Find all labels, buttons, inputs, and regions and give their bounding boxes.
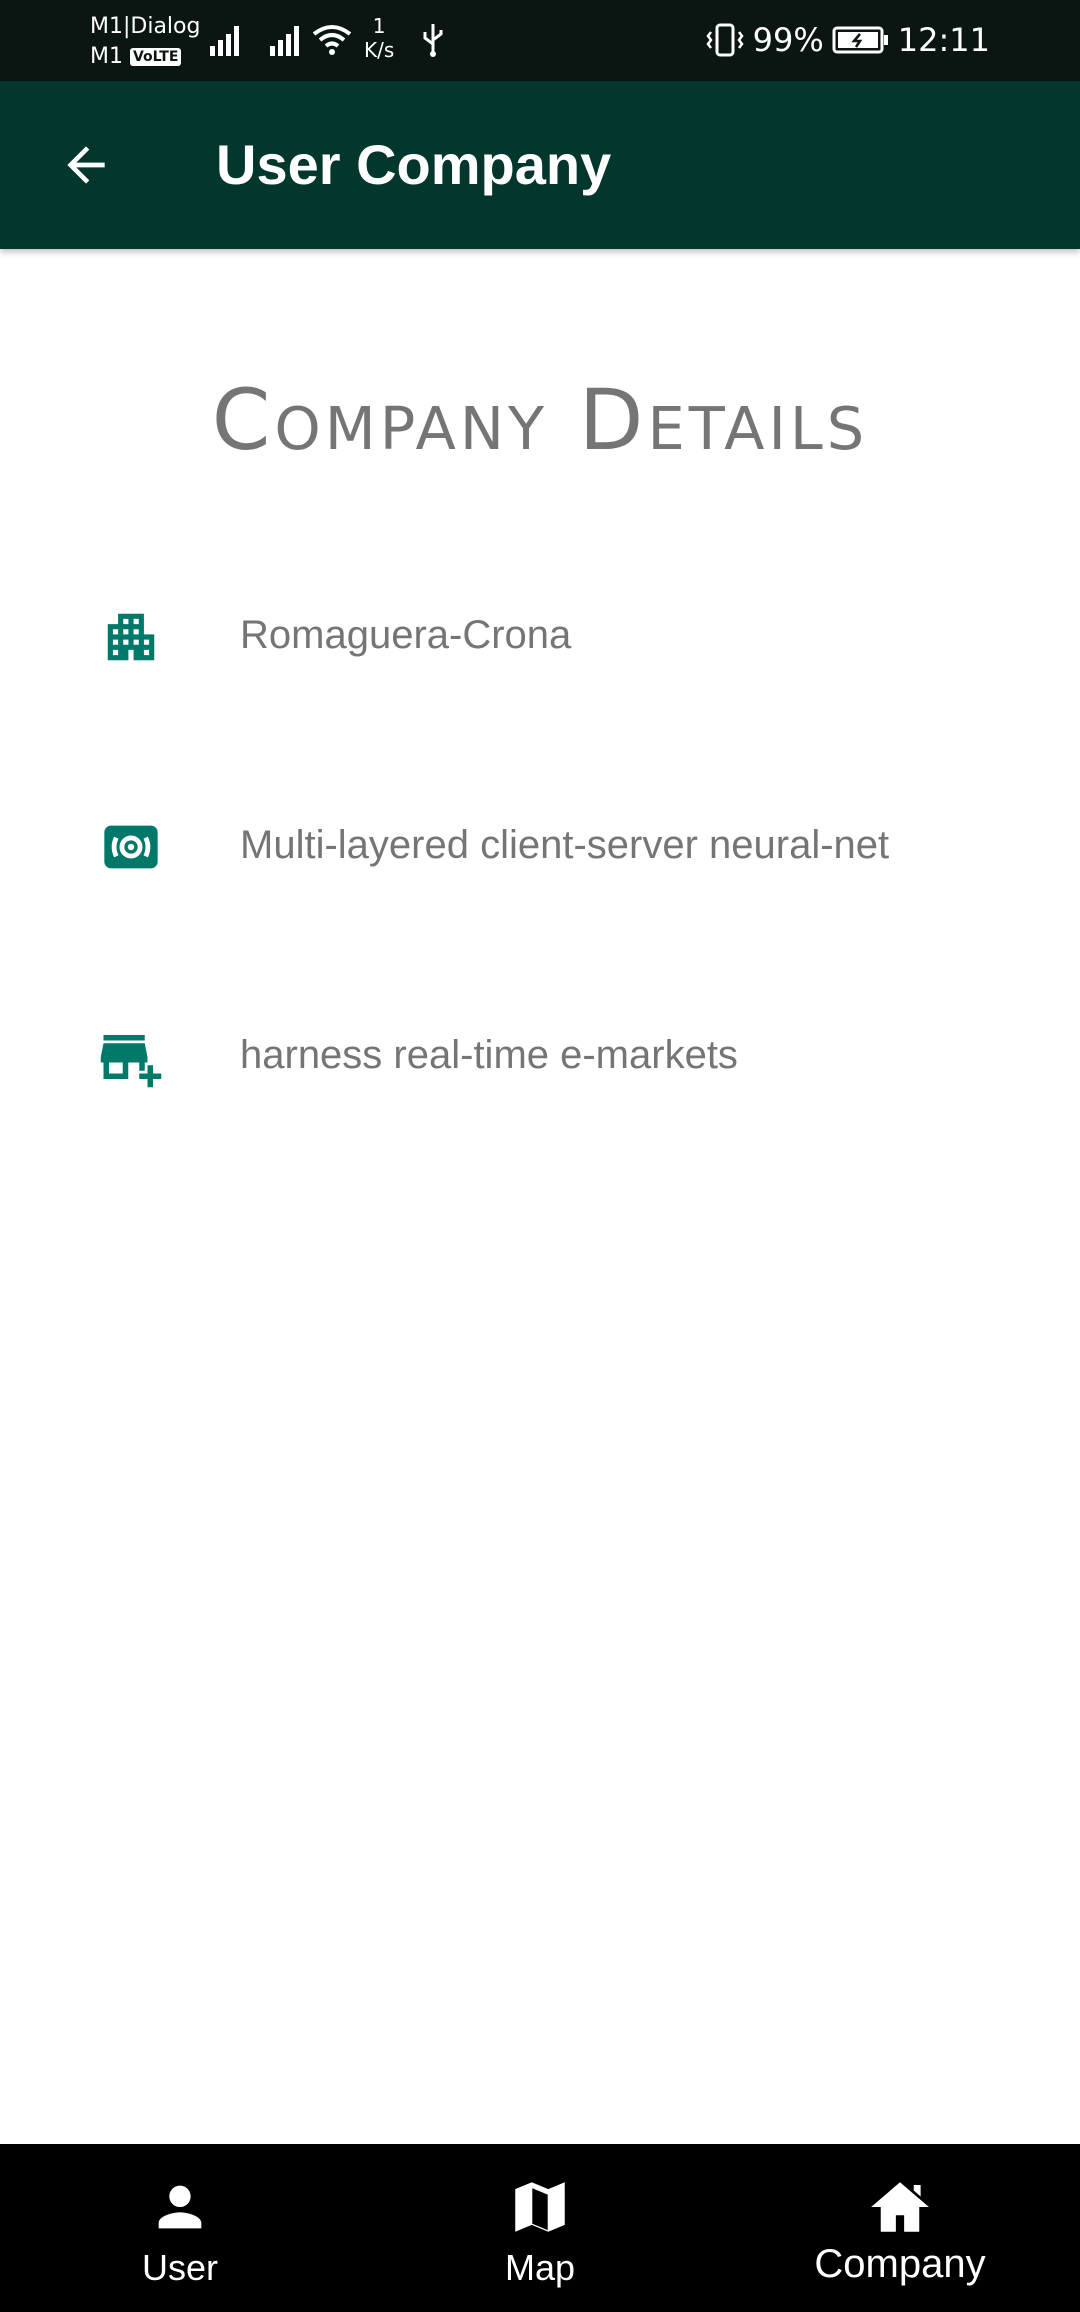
nav-label-company: Company: [814, 2242, 986, 2286]
signal-icon-2: [270, 26, 299, 56]
nav-item-user[interactable]: User: [0, 2144, 360, 2312]
company-name: Romaguera-Crona: [240, 613, 572, 657]
section-title: Company Details: [211, 371, 869, 469]
carrier-top: M1|Dialog: [90, 14, 201, 39]
company-bs: harness real-time e-markets: [240, 1033, 738, 1077]
page-title: User Company: [216, 133, 612, 196]
status-bar: M1|Dialog M1 VoLTE 1 K/s 99% 12:11: [0, 0, 1080, 81]
vibrate-icon: [706, 23, 744, 57]
status-right: 99% 12:11: [705, 20, 990, 60]
nav-item-map[interactable]: Map: [360, 2144, 720, 2312]
nav-label-user: User: [141, 2247, 218, 2288]
company-catch-phrase: Multi-layered client-server neural-net: [240, 823, 890, 867]
detail-row-company-name: Romaguera-Crona: [0, 580, 1080, 690]
apartment-icon: [107, 613, 155, 661]
nav-label-map: Map: [504, 2247, 576, 2288]
arrow-back-icon: [67, 146, 105, 184]
usb-icon: [423, 24, 443, 57]
app-bar: User Company: [0, 81, 1080, 249]
clock: 12:11: [897, 21, 990, 59]
wifi-icon: [312, 25, 352, 55]
home-icon: [871, 2182, 929, 2232]
signal-icon: [210, 26, 239, 56]
person-icon: [158, 2185, 202, 2229]
detail-row-catch-phrase: Multi-layered client-server neural-net: [0, 790, 1080, 900]
bottom-nav: User Map Company: [0, 2144, 1080, 2312]
add-business-icon: [100, 1035, 162, 1088]
carrier-info: M1|Dialog M1 VoLTE: [90, 12, 200, 72]
carrier-bottom: M1 VoLTE: [90, 42, 200, 72]
volte-badge: VoLTE: [129, 48, 182, 66]
radio-broadcast-icon: [104, 825, 158, 869]
map-icon: [515, 2182, 565, 2232]
nav-item-company[interactable]: Company: [720, 2144, 1080, 2312]
net-speed: 1 K/s: [364, 14, 395, 62]
back-button[interactable]: [38, 117, 134, 213]
battery-percent: 99%: [752, 21, 824, 59]
detail-row-business: harness real-time e-markets: [0, 1000, 1080, 1110]
battery-icon: [832, 26, 888, 54]
